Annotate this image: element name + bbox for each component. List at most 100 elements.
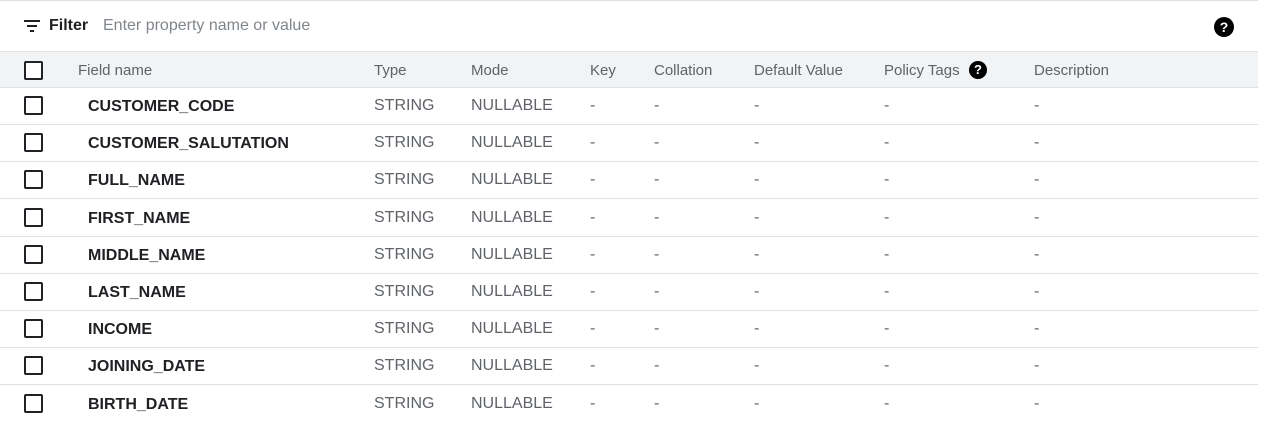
cell-collation: - [654, 283, 660, 300]
column-header-policy-tags[interactable]: Policy Tags [884, 62, 960, 79]
select-all-checkbox[interactable] [24, 61, 43, 80]
cell-mode: NULLABLE [471, 394, 553, 412]
table-header: Field name Type Mode Key Collation Defau… [0, 51, 1258, 88]
cell-field-name: BIRTH_DATE [88, 395, 189, 413]
cell-policy-tags: - [884, 357, 890, 375]
row-checkbox[interactable] [24, 207, 43, 227]
row-checkbox[interactable] [24, 96, 43, 115]
cell-key: - [590, 245, 596, 263]
cell-field-name: INCOME [88, 321, 152, 339]
cell-field-name: FULL_NAME [88, 172, 185, 190]
cell-description: - [1034, 208, 1040, 226]
cell-default-value: - [754, 320, 760, 338]
table-row[interactable]: FIRST_NAME STRING NULLABLE - - - - - [0, 200, 1258, 237]
cell-field-name: LAST_NAME [88, 284, 186, 301]
policy-tags-help-icon[interactable]: ? [969, 61, 987, 79]
table-row[interactable]: BIRTH_DATE STRING NULLABLE - - - - - [0, 386, 1258, 421]
column-header-collation[interactable]: Collation [654, 62, 712, 79]
cell-collation: - [654, 171, 660, 189]
cell-type: STRING [374, 394, 435, 412]
cell-key: - [590, 171, 596, 189]
cell-policy-tags: - [884, 171, 890, 189]
cell-collation: - [654, 208, 660, 226]
row-checkbox[interactable] [24, 282, 43, 301]
table-row[interactable]: LAST_NAME STRING NULLABLE - - - - - [0, 274, 1258, 311]
cell-mode: NULLABLE [471, 208, 553, 226]
cell-mode: NULLABLE [471, 97, 553, 114]
table-row[interactable]: MIDDLE_NAME STRING NULLABLE - - - - - [0, 237, 1258, 274]
cell-collation: - [654, 320, 660, 338]
cell-key: - [590, 357, 596, 375]
row-checkbox[interactable] [24, 133, 43, 153]
row-checkbox[interactable] [24, 356, 43, 376]
filter-label[interactable]: Filter [49, 17, 88, 35]
cell-policy-tags: - [884, 97, 890, 114]
cell-default-value: - [754, 171, 760, 189]
cell-policy-tags: - [884, 394, 890, 412]
cell-key: - [590, 97, 596, 114]
cell-default-value: - [754, 283, 760, 300]
cell-mode: NULLABLE [471, 171, 553, 189]
cell-type: STRING [374, 97, 435, 114]
cell-policy-tags: - [884, 245, 890, 263]
cell-key: - [590, 283, 596, 300]
cell-key: - [590, 134, 596, 152]
cell-type: STRING [374, 357, 435, 375]
cell-type: STRING [374, 283, 435, 300]
cell-mode: NULLABLE [471, 357, 553, 375]
help-icon[interactable]: ? [1214, 17, 1234, 37]
column-header-mode[interactable]: Mode [471, 62, 509, 79]
column-header-key[interactable]: Key [590, 62, 616, 79]
cell-collation: - [654, 245, 660, 263]
cell-policy-tags: - [884, 320, 890, 338]
cell-description: - [1034, 171, 1040, 189]
cell-key: - [590, 320, 596, 338]
filter-bar: Filter ? [0, 0, 1258, 51]
cell-field-name: CUSTOMER_CODE [88, 98, 235, 115]
cell-key: - [590, 394, 596, 412]
cell-field-name: MIDDLE_NAME [88, 246, 206, 264]
filter-list-icon[interactable] [24, 20, 40, 32]
table-row[interactable]: FULL_NAME STRING NULLABLE - - - - - [0, 162, 1258, 200]
cell-mode: NULLABLE [471, 320, 553, 338]
table-row[interactable]: JOINING_DATE STRING NULLABLE - - - - - [0, 348, 1258, 386]
cell-default-value: - [754, 97, 760, 114]
table-row[interactable]: CUSTOMER_CODE STRING NULLABLE - - - - - [0, 88, 1258, 125]
cell-default-value: - [754, 134, 760, 152]
cell-description: - [1034, 97, 1040, 114]
column-header-field-name[interactable]: Field name [78, 62, 152, 79]
filter-input[interactable] [103, 14, 603, 38]
row-checkbox[interactable] [24, 393, 43, 413]
cell-type: STRING [374, 134, 435, 152]
cell-description: - [1034, 357, 1040, 375]
table-row[interactable]: CUSTOMER_SALUTATION STRING NULLABLE - - - - - [0, 125, 1258, 163]
cell-collation: - [654, 357, 660, 375]
cell-description: - [1034, 320, 1040, 338]
cell-field-name: FIRST_NAME [88, 209, 191, 227]
cell-default-value: - [754, 245, 760, 263]
row-checkbox[interactable] [24, 244, 43, 264]
column-header-type[interactable]: Type [374, 62, 407, 79]
cell-type: STRING [374, 320, 435, 338]
row-checkbox[interactable] [24, 319, 43, 339]
cell-type: STRING [374, 171, 435, 189]
cell-policy-tags: - [884, 208, 890, 226]
cell-field-name: CUSTOMER_SALUTATION [88, 135, 289, 153]
cell-type: STRING [374, 245, 435, 263]
cell-mode: NULLABLE [471, 245, 553, 263]
cell-collation: - [654, 134, 660, 152]
cell-description: - [1034, 134, 1040, 152]
cell-description: - [1034, 245, 1040, 263]
cell-policy-tags: - [884, 134, 890, 152]
cell-policy-tags: - [884, 283, 890, 300]
cell-description: - [1034, 283, 1040, 300]
cell-key: - [590, 208, 596, 226]
column-header-description[interactable]: Description [1034, 62, 1109, 79]
cell-default-value: - [754, 394, 760, 412]
table-row[interactable]: INCOME STRING NULLABLE - - - - - [0, 311, 1258, 349]
cell-default-value: - [754, 208, 760, 226]
cell-collation: - [654, 394, 660, 412]
row-checkbox[interactable] [24, 170, 43, 190]
cell-type: STRING [374, 208, 435, 226]
column-header-default-value[interactable]: Default Value [754, 62, 843, 79]
